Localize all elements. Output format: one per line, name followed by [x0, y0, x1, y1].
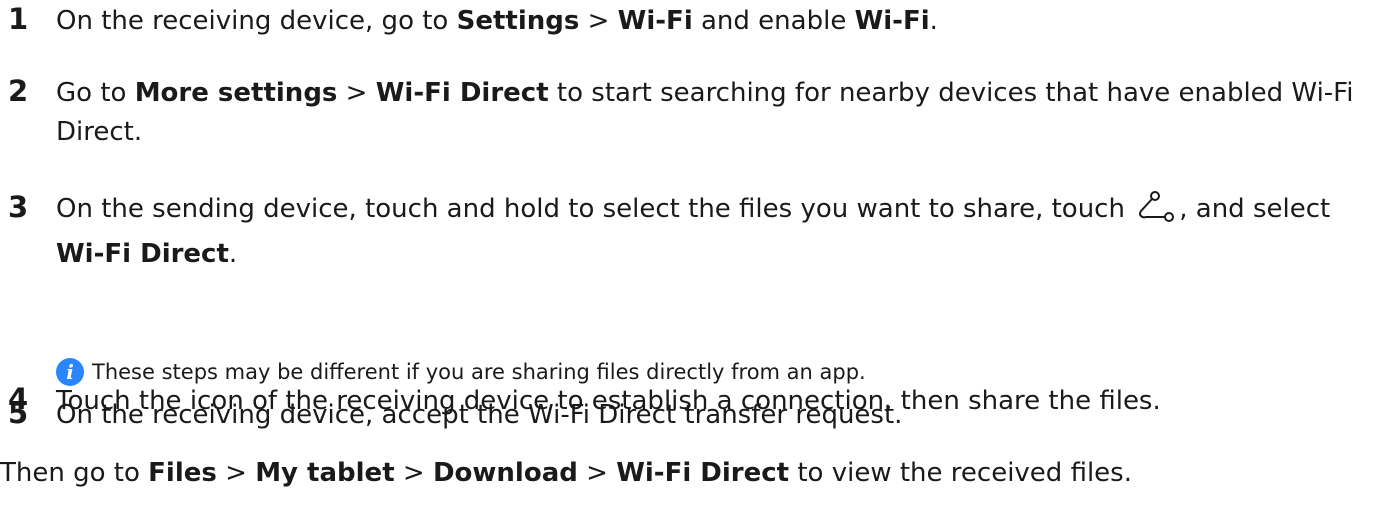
step-number: 1	[8, 2, 29, 36]
wifi-direct-label: Wi-Fi Direct	[56, 239, 229, 269]
text-segment: >	[216, 458, 256, 488]
step-text: On the receiving device, go to Settings …	[56, 2, 1356, 41]
download-label: Download	[432, 458, 578, 488]
text-segment: >	[394, 458, 433, 488]
text-segment: to view the received files.	[789, 458, 1132, 488]
wifi-label: Wi-Fi	[854, 6, 930, 36]
step-text: On the receiving device, accept the Wi-F…	[56, 396, 1356, 435]
text-segment: >	[579, 6, 618, 36]
text-segment: >	[337, 78, 376, 108]
step-number: 3	[8, 190, 29, 224]
my-tablet-label: My tablet	[255, 458, 395, 488]
text-segment: Go to	[56, 78, 135, 108]
wifi-label: Wi-Fi	[617, 6, 693, 36]
text-segment: .	[929, 6, 938, 36]
settings-label: Settings	[456, 6, 580, 36]
text-segment: On the sending device, touch and hold to…	[56, 194, 1134, 224]
step-number: 5	[8, 396, 29, 430]
text-segment: , and select	[1179, 194, 1331, 224]
wifi-direct-label: Wi-Fi Direct	[616, 458, 790, 488]
wifi-direct-label: Wi-Fi Direct	[375, 78, 549, 108]
final-instruction: Then go to Files > My tablet > Download …	[0, 454, 1132, 493]
step-number: 2	[8, 74, 29, 108]
share-icon	[1137, 191, 1175, 235]
text-segment: .	[228, 239, 238, 269]
text-segment: and enable	[692, 6, 855, 36]
text-segment: On the receiving device, accept the Wi-F…	[56, 400, 903, 430]
files-label: Files	[148, 458, 217, 488]
text-segment: On the receiving device, go to	[56, 6, 457, 36]
more-settings-label: More settings	[134, 78, 338, 108]
text-segment: >	[577, 458, 617, 488]
step-text: On the sending device, touch and hold to…	[56, 190, 1356, 274]
step-text: Go to More settings > Wi-Fi Direct to st…	[56, 74, 1356, 152]
text-segment: Then go to	[0, 458, 149, 488]
